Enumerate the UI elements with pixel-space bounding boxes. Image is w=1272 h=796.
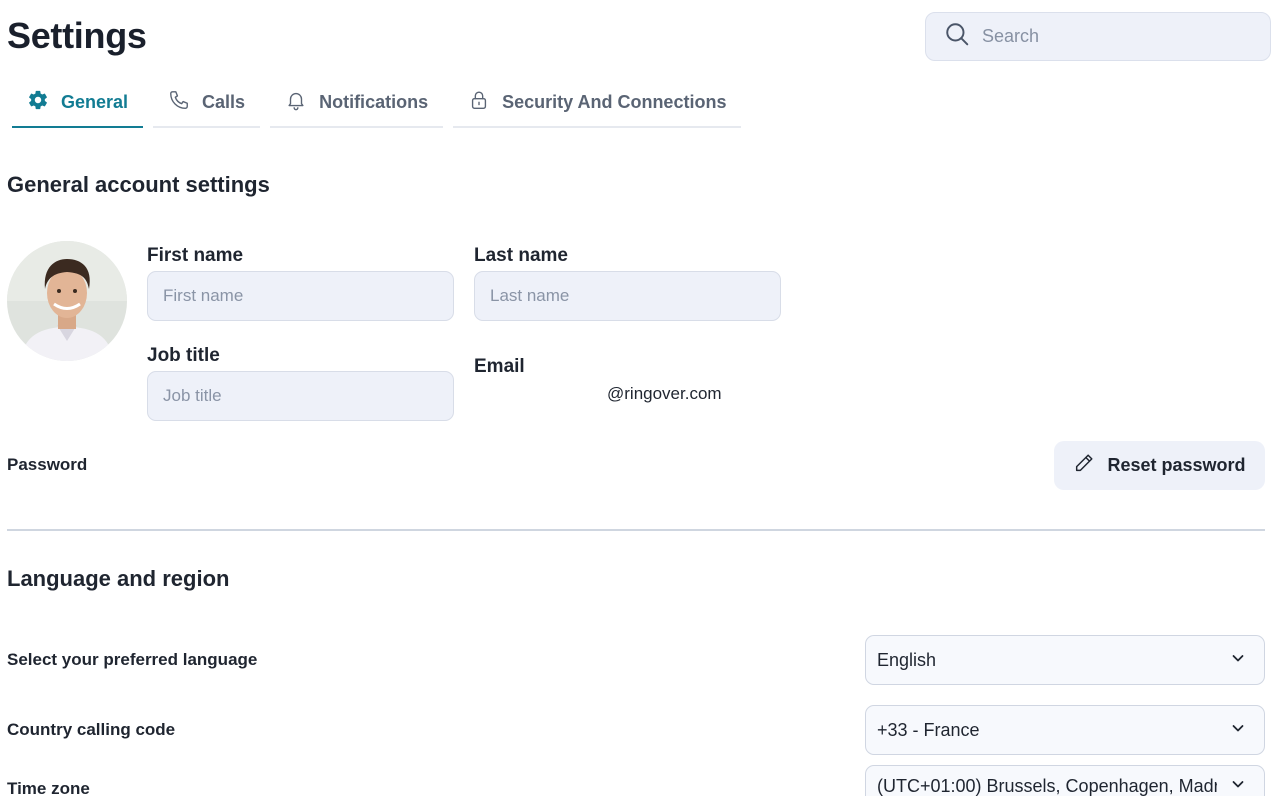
- tab-label: Calls: [202, 91, 246, 112]
- email-value: @ringover.com: [607, 384, 722, 403]
- tab-label: General: [61, 91, 129, 112]
- password-label: Password: [7, 455, 88, 474]
- search-input[interactable]: [982, 26, 1242, 47]
- lock-icon: [468, 89, 502, 116]
- time-zone-select[interactable]: (UTC+01:00) Brussels, Copenhagen, Madrid…: [865, 765, 1265, 796]
- chevron-down-icon: [1230, 776, 1246, 796]
- calling-code-select[interactable]: +33 - France: [865, 705, 1265, 755]
- tab-label: Notifications: [319, 91, 429, 112]
- pencil-icon: [1073, 452, 1107, 479]
- gear-icon: [27, 89, 61, 116]
- region-section-title: Language and region: [7, 566, 230, 591]
- tab-calls[interactable]: Calls: [153, 78, 261, 128]
- reset-password-button[interactable]: Reset password: [1054, 441, 1265, 490]
- tab-notifications[interactable]: Notifications: [270, 78, 444, 128]
- job-title-label: Job title: [147, 345, 220, 366]
- time-zone-value: (UTC+01:00) Brussels, Copenhagen, Madrid…: [877, 776, 1217, 796]
- last-name-input[interactable]: [474, 271, 781, 321]
- first-name-input[interactable]: [147, 271, 454, 321]
- calling-code-label: Country calling code: [7, 720, 176, 739]
- settings-tabs: General Calls Notifications Security And…: [12, 78, 751, 128]
- reset-password-label: Reset password: [1107, 455, 1246, 475]
- job-title-input[interactable]: [147, 371, 454, 421]
- tab-security[interactable]: Security And Connections: [453, 78, 742, 128]
- language-label: Select your preferred language: [7, 650, 258, 669]
- time-zone-label: Time zone: [7, 779, 90, 796]
- page-title: Settings: [7, 15, 147, 56]
- chevron-down-icon: [1230, 650, 1246, 671]
- avatar[interactable]: [7, 241, 127, 361]
- email-label: Email: [474, 356, 525, 377]
- search-box[interactable]: [925, 12, 1271, 61]
- account-section-title: General account settings: [7, 172, 270, 197]
- last-name-label: Last name: [474, 245, 568, 266]
- language-value: English: [877, 649, 937, 670]
- tab-general[interactable]: General: [12, 78, 144, 128]
- section-divider: [7, 529, 1265, 531]
- phone-icon: [168, 89, 202, 116]
- search-icon: [944, 21, 970, 52]
- tab-label: Security And Connections: [502, 91, 727, 112]
- calling-code-value: +33 - France: [877, 719, 980, 740]
- first-name-label: First name: [147, 245, 244, 266]
- chevron-down-icon: [1230, 720, 1246, 741]
- language-select[interactable]: English: [865, 635, 1265, 685]
- bell-icon: [285, 89, 319, 116]
